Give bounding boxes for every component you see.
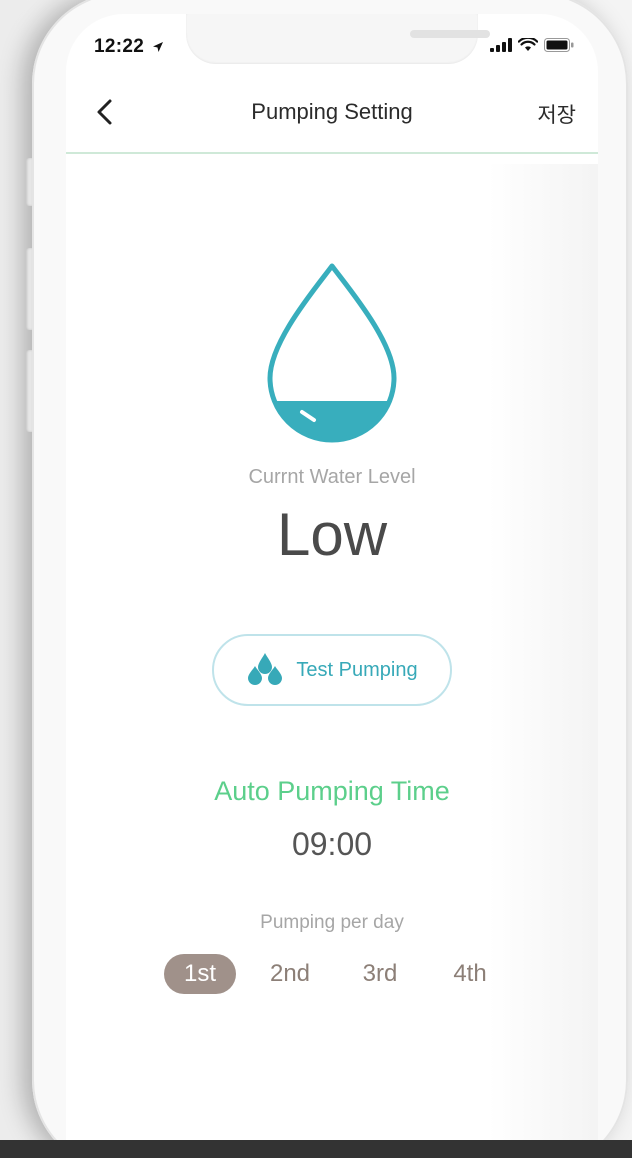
pumping-per-day-label: Pumping per day [260, 912, 404, 933]
option-4th[interactable]: 4th [434, 954, 506, 994]
status-bar-time: 12:22 [94, 36, 164, 58]
wifi-icon [518, 38, 538, 51]
screen-shade [488, 164, 598, 1154]
page-title: Pumping Setting [251, 99, 413, 124]
navigation-bar: Pumping Setting 저장 [66, 84, 598, 154]
mute-switch [26, 158, 32, 206]
app-screen: 12:22 Pumping Setting 저장 Currnt Water Le… [66, 14, 598, 1154]
option-3rd[interactable]: 3rd [344, 954, 416, 994]
droplets-icon [248, 653, 283, 685]
water-drop-icon [262, 260, 402, 446]
status-time-text: 12:22 [94, 36, 145, 57]
pumping-per-day-options: 1st 2nd 3rd 4th [164, 954, 524, 994]
battery-icon [544, 38, 574, 52]
bottom-bar [0, 1140, 632, 1158]
option-2nd[interactable]: 2nd [254, 954, 326, 994]
auto-pumping-title: Auto Pumping Time [214, 776, 450, 806]
option-1st[interactable]: 1st [164, 954, 236, 994]
volume-down-button [26, 350, 32, 432]
location-arrow-icon [152, 41, 163, 52]
save-button[interactable]: 저장 [537, 99, 576, 129]
speaker-grille [410, 30, 490, 38]
water-level-caption: Currnt Water Level [248, 466, 416, 488]
auto-pumping-time[interactable]: 09:00 [66, 826, 598, 863]
volume-up-button [26, 248, 32, 330]
water-level-value: Low [276, 501, 388, 568]
notch [186, 14, 490, 64]
cellular-signal-icon [490, 38, 512, 52]
status-icons [490, 38, 574, 52]
test-pumping-button[interactable]: Test Pumping [212, 634, 452, 706]
test-pumping-label: Test Pumping [296, 658, 418, 681]
